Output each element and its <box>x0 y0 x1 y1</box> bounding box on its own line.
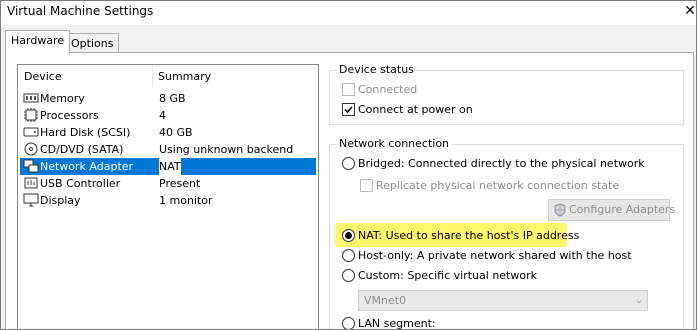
device-row-network-adapter[interactable]: Network Adapter NAT <box>18 158 318 175</box>
device-name-label: Memory <box>40 92 85 105</box>
custom-radio[interactable] <box>342 269 355 282</box>
column-device[interactable]: Device <box>24 70 62 83</box>
device-status-title: Device status <box>337 63 416 76</box>
custom-label[interactable]: Custom: Specific virtual network <box>358 269 537 282</box>
device-summary: 4 <box>159 109 166 122</box>
device-summary: 40 GB <box>159 126 193 139</box>
device-summary: 8 GB <box>159 92 186 105</box>
device-list[interactable]: Device Summary Memory 8 GB Processors 4 … <box>17 64 319 329</box>
tab-hardware[interactable]: Hardware <box>5 30 71 55</box>
device-summary: Present <box>159 177 201 190</box>
bridged-label[interactable]: Bridged: Connected directly to the physi… <box>358 157 645 170</box>
lan-segment-label[interactable]: LAN segment: <box>358 317 436 329</box>
device-name: Processors <box>20 107 318 124</box>
device-row-cd-dvd[interactable]: CD/DVD (SATA) Using unknown backend <box>18 141 318 158</box>
checkmark-icon <box>344 106 353 114</box>
device-name-label: Display <box>40 194 81 207</box>
hard-disk-icon <box>23 127 39 137</box>
device-summary: 1 monitor <box>159 194 213 207</box>
display-icon <box>23 193 39 207</box>
host-only-radio[interactable] <box>342 249 355 262</box>
cd-dvd-icon <box>24 142 38 156</box>
lan-segment-radio[interactable] <box>342 317 355 329</box>
device-name-label: CD/DVD (SATA) <box>40 143 124 156</box>
device-name-label: Processors <box>40 109 99 122</box>
window-title: Virtual Machine Settings <box>7 4 154 18</box>
device-row-memory[interactable]: Memory 8 GB <box>18 90 318 107</box>
device-status-group <box>329 70 684 125</box>
connected-label: Connected <box>358 83 418 96</box>
device-row-display[interactable]: Display 1 monitor <box>18 192 318 209</box>
network-adapter-icon <box>23 159 39 173</box>
usb-controller-icon <box>24 177 38 189</box>
device-name-label: USB Controller <box>40 177 121 190</box>
vm-settings-window: Virtual Machine Settings ✕ Hardware Opti… <box>0 0 697 330</box>
vmnet-value: VMnet0 <box>364 294 407 307</box>
connect-at-power-on-checkbox[interactable] <box>342 103 355 116</box>
replicate-label: Replicate physical network connection st… <box>376 179 620 192</box>
configure-adapters-button: Configure Adapters <box>548 199 675 221</box>
nat-radio[interactable] <box>342 229 355 242</box>
connect-at-power-on-label[interactable]: Connect at power on <box>358 103 473 116</box>
chevron-down-icon: ⌄ <box>634 295 644 306</box>
connected-checkbox <box>342 83 355 96</box>
device-list-header: Device Summary <box>18 65 318 87</box>
device-summary: NAT <box>159 158 181 175</box>
device-name-label: Hard Disk (SCSI) <box>40 126 131 139</box>
host-only-label[interactable]: Host-only: A private network shared with… <box>358 249 632 262</box>
memory-icon <box>23 93 39 103</box>
network-connection-title: Network connection <box>337 137 452 150</box>
configure-adapters-label: Configure Adapters <box>569 203 676 216</box>
device-row-usb-controller[interactable]: USB Controller Present <box>18 175 318 192</box>
shield-icon <box>554 203 566 217</box>
bridged-radio[interactable] <box>342 157 355 170</box>
device-name-label: Network Adapter <box>40 160 134 173</box>
replicate-checkbox <box>360 179 373 192</box>
vmnet-select: VMnet0 ⌄ <box>358 290 648 311</box>
nat-label[interactable]: NAT: Used to share the host's IP address <box>358 229 579 242</box>
processor-icon <box>24 108 38 122</box>
device-row-processors[interactable]: Processors 4 <box>18 107 318 124</box>
device-summary: Using unknown backend <box>159 143 294 156</box>
close-button[interactable]: ✕ <box>683 4 696 18</box>
column-divider[interactable] <box>152 65 153 87</box>
device-row-hard-disk[interactable]: Hard Disk (SCSI) 40 GB <box>18 124 318 141</box>
column-summary[interactable]: Summary <box>158 70 211 83</box>
title-bar: Virtual Machine Settings ✕ <box>1 1 696 25</box>
